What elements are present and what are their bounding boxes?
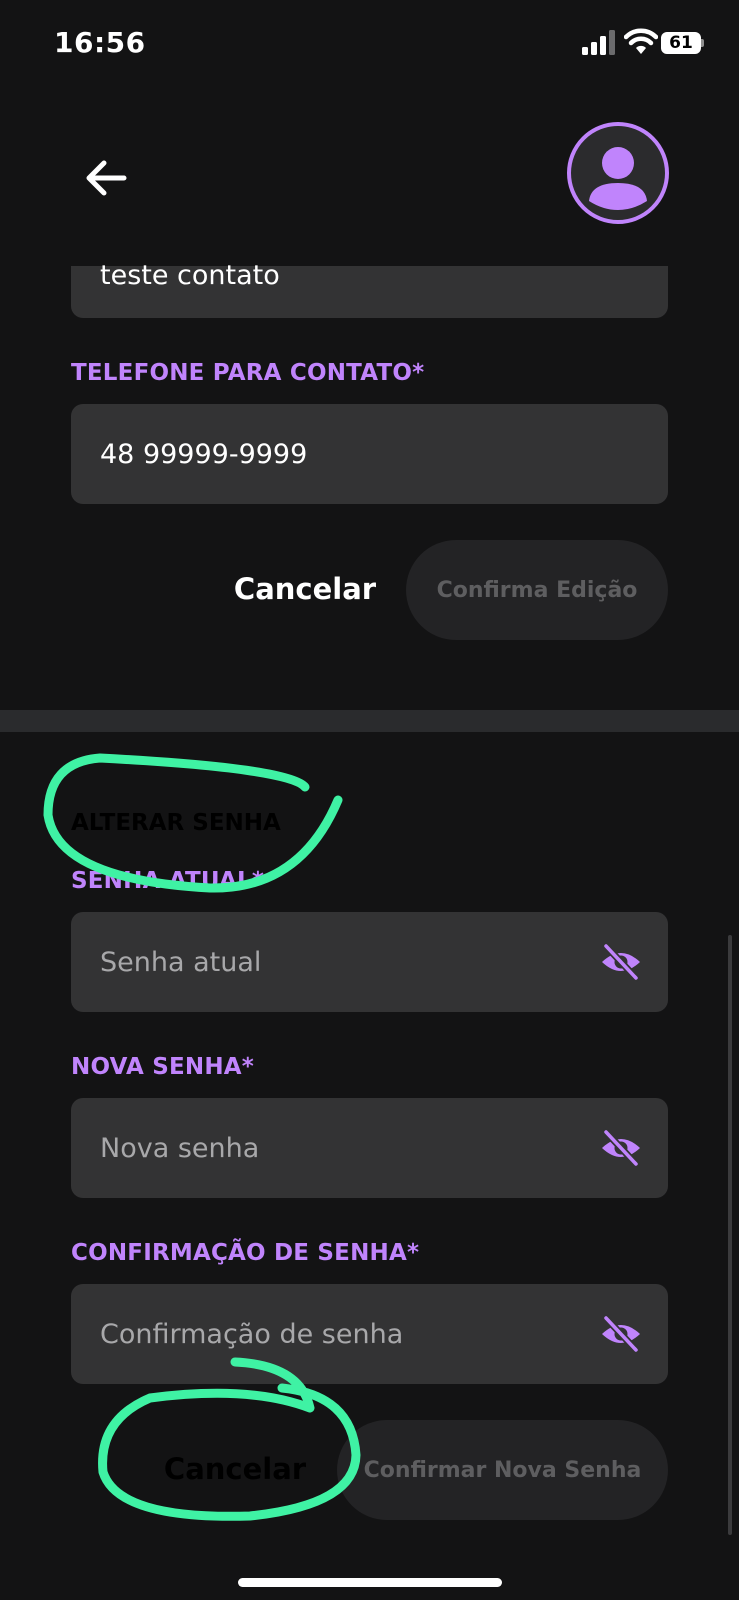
- confirm-edit-button[interactable]: Confirma Edição: [406, 540, 668, 640]
- section-divider: [0, 710, 739, 732]
- home-indicator: [238, 1578, 502, 1587]
- annotation-circle-cancel: [98, 1357, 361, 1521]
- user-avatar-icon: [589, 147, 647, 210]
- status-time: 16:56: [54, 26, 146, 59]
- back-arrow-icon[interactable]: [80, 150, 136, 206]
- user-avatar-button[interactable]: [567, 122, 669, 224]
- confirm-password-field[interactable]: Confirmação de senha: [71, 1284, 668, 1384]
- cellular-signal-icon: [582, 30, 615, 55]
- phone-field[interactable]: 48 99999-9999: [71, 404, 668, 504]
- cancel-edit-button[interactable]: Cancelar: [230, 572, 380, 606]
- status-bar: 16:56 61: [0, 0, 739, 90]
- cancel-password-button[interactable]: Cancelar: [160, 1452, 310, 1486]
- current-password-label: SENHA ATUAL*: [71, 868, 265, 894]
- confirm-new-password-button[interactable]: Confirmar Nova Senha: [337, 1420, 668, 1520]
- new-password-placeholder: Nova senha: [100, 1132, 260, 1164]
- confirm-password-label: CONFIRMAÇÃO DE SENHA*: [71, 1240, 420, 1266]
- change-password-title: ALTERAR SENHA: [71, 810, 281, 836]
- current-password-placeholder: Senha atual: [100, 946, 262, 978]
- eye-off-icon[interactable]: [600, 1314, 642, 1354]
- new-password-label: NOVA SENHA*: [71, 1054, 255, 1080]
- eye-off-icon[interactable]: [600, 942, 642, 982]
- contact-name-field[interactable]: teste contato: [71, 260, 668, 318]
- wifi-icon: [624, 28, 658, 54]
- battery-icon: 61: [661, 32, 705, 56]
- new-password-field[interactable]: Nova senha: [71, 1098, 668, 1198]
- confirm-password-placeholder: Confirmação de senha: [100, 1318, 404, 1350]
- phone-label: TELEFONE PARA CONTATO*: [71, 360, 425, 386]
- scrollbar[interactable]: [728, 935, 732, 1535]
- eye-off-icon[interactable]: [600, 1128, 642, 1168]
- contact-name-value: teste contato: [100, 260, 280, 291]
- battery-level: 61: [661, 32, 701, 54]
- phone-value: 48 99999-9999: [100, 438, 308, 470]
- current-password-field[interactable]: Senha atual: [71, 912, 668, 1012]
